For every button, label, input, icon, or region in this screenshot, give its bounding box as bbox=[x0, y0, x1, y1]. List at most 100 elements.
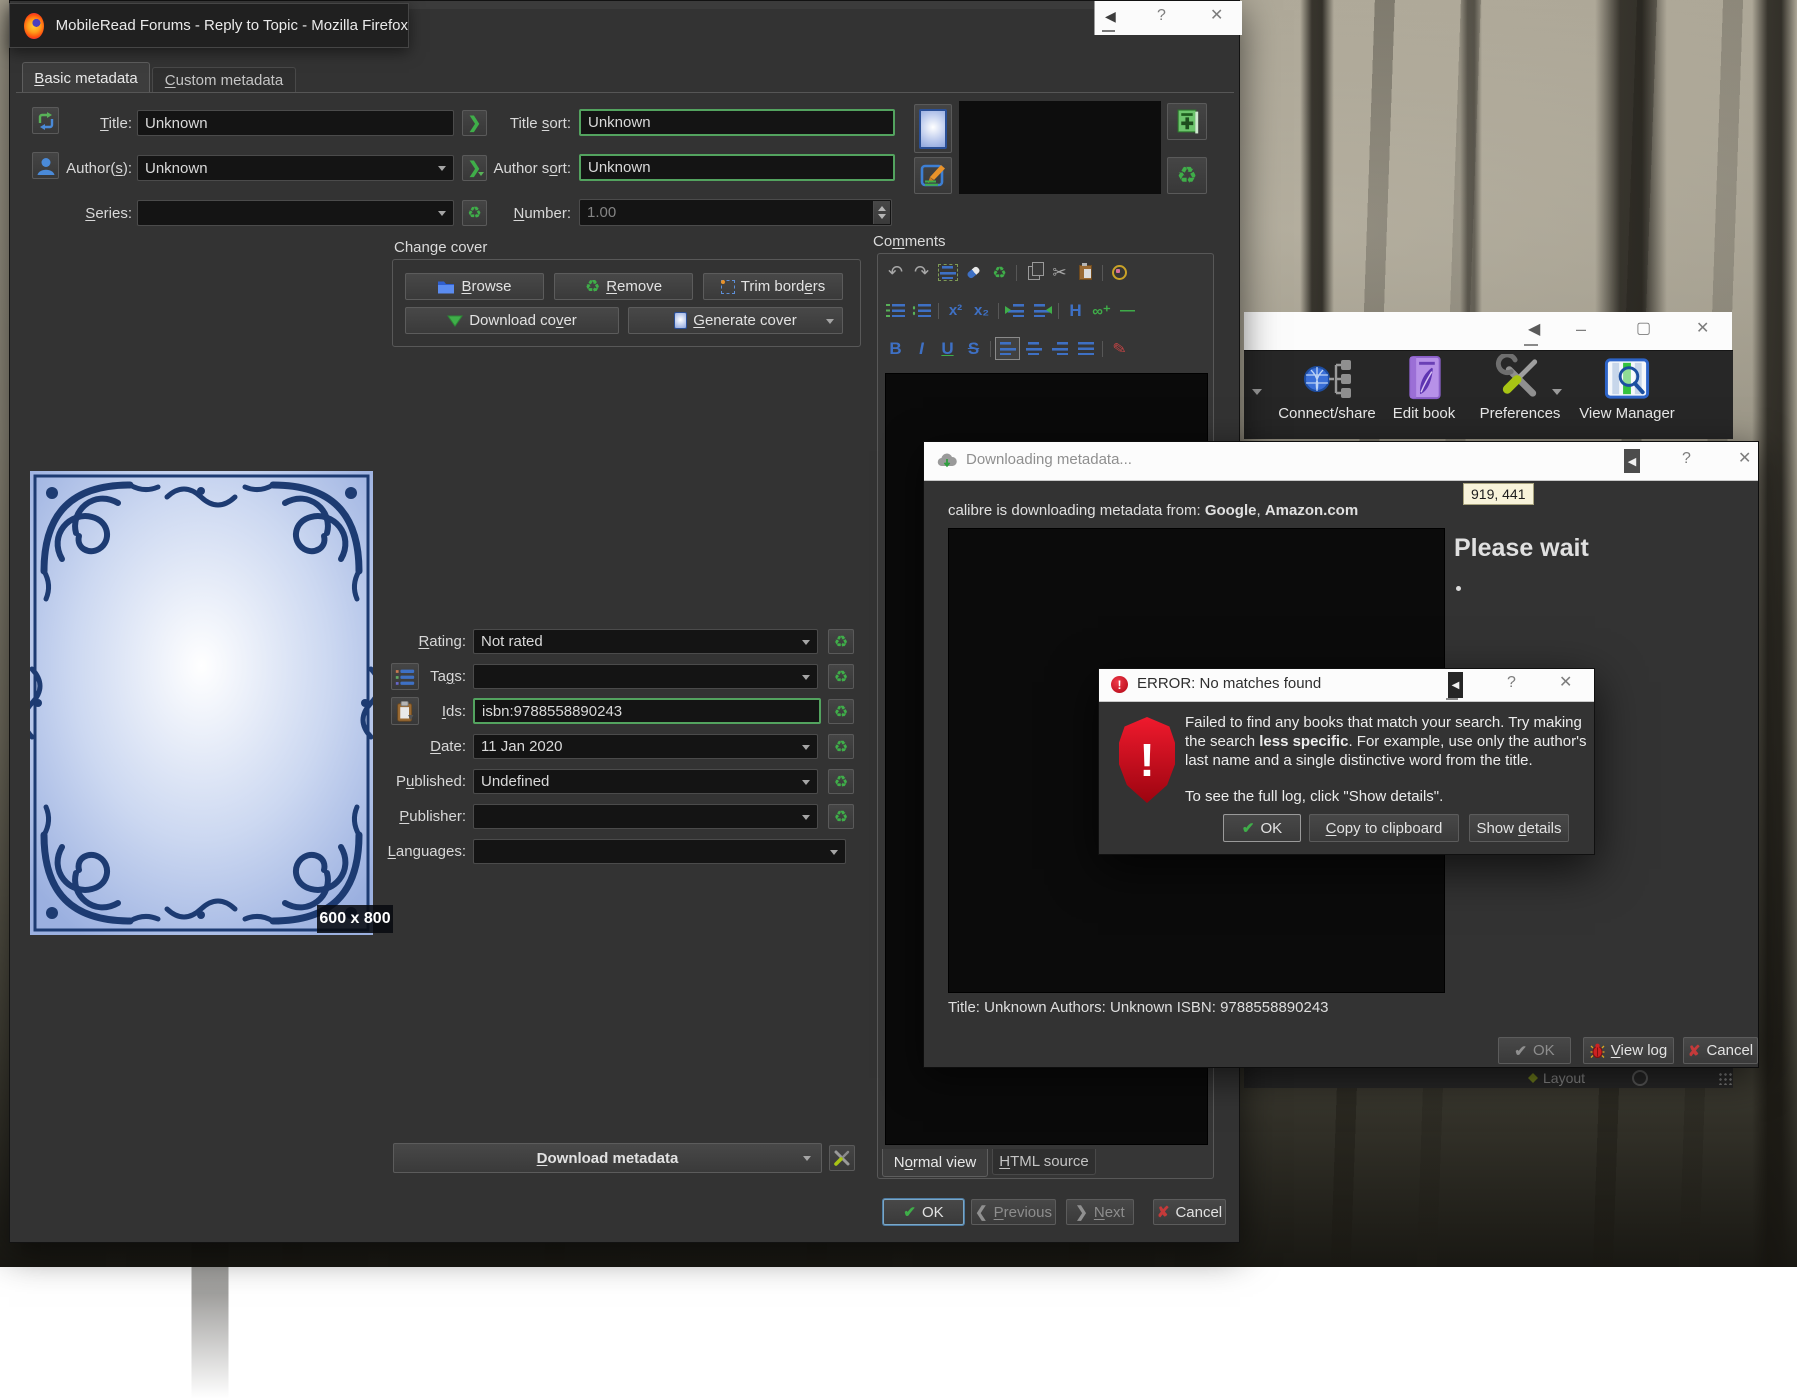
published-combo[interactable]: Undefined bbox=[473, 769, 818, 794]
date-combo[interactable]: 11 Jan 2020 bbox=[473, 734, 818, 759]
clear-date-button[interactable]: ♻ bbox=[828, 734, 854, 759]
minimize-icon[interactable]: – bbox=[1576, 320, 1586, 338]
series-number-stepper[interactable]: 1.00 bbox=[579, 199, 892, 226]
clear-formatting-icon[interactable]: ♻ bbox=[988, 262, 1011, 283]
maximize-icon[interactable]: ▢ bbox=[1636, 321, 1651, 337]
download-dialog-titlebar[interactable]: Downloading metadata... ◀ ? ✕ bbox=[924, 442, 1758, 481]
generate-cover-button[interactable]: Generate cover bbox=[628, 307, 843, 334]
view-log-button[interactable]: View log bbox=[1583, 1037, 1674, 1064]
paste-icon[interactable] bbox=[1074, 262, 1097, 283]
clear-publisher-button[interactable]: ♻ bbox=[828, 804, 854, 829]
cancel-button[interactable]: ✘ Cancel bbox=[1153, 1199, 1226, 1225]
cut-icon[interactable]: ✂ bbox=[1048, 262, 1071, 283]
download-ok-button[interactable]: ✔ OK bbox=[1498, 1037, 1571, 1064]
languages-combo[interactable] bbox=[473, 839, 846, 864]
author-sort-input[interactable]: Unknown bbox=[579, 154, 895, 181]
rating-combo[interactable]: Not rated bbox=[473, 629, 818, 654]
close-icon[interactable]: ✕ bbox=[1210, 8, 1223, 24]
toolbar-item-edit-book[interactable]: Edit book bbox=[1379, 354, 1469, 422]
previous-button[interactable]: ❮ Previous bbox=[971, 1199, 1056, 1225]
heading-icon[interactable]: H bbox=[1064, 300, 1087, 321]
publisher-combo[interactable] bbox=[473, 804, 818, 829]
align-right-icon[interactable] bbox=[1048, 338, 1071, 359]
title-sort-input[interactable]: Unknown bbox=[579, 109, 895, 136]
subscript-icon[interactable]: x₂ bbox=[970, 300, 993, 321]
edit-cover-button[interactable] bbox=[914, 157, 952, 194]
help-icon[interactable]: ? bbox=[1682, 451, 1691, 467]
cover-thumbnail-button[interactable] bbox=[914, 104, 952, 153]
background-color-icon[interactable] bbox=[1108, 262, 1131, 283]
copy-to-clipboard-button[interactable]: Copy to clipboard bbox=[1309, 814, 1459, 842]
help-icon[interactable]: ? bbox=[1507, 675, 1516, 691]
toolbar-item-view-manager[interactable]: View Manager bbox=[1575, 354, 1679, 422]
eraser-icon[interactable] bbox=[962, 262, 985, 283]
trim-borders-button[interactable]: Trim borders bbox=[703, 273, 843, 300]
back-icon[interactable]: ◀ bbox=[1105, 9, 1116, 23]
close-icon[interactable]: ✕ bbox=[1559, 675, 1572, 691]
back-button[interactable]: ◀ bbox=[1448, 672, 1463, 698]
recycle-icon: ♻ bbox=[834, 702, 848, 722]
select-all-icon[interactable] bbox=[936, 262, 959, 283]
text-color-icon[interactable]: ✎ bbox=[1106, 336, 1132, 361]
resize-grip[interactable] bbox=[1718, 1072, 1733, 1085]
tags-combo[interactable] bbox=[473, 664, 818, 689]
clear-tags-button[interactable]: ♻ bbox=[828, 664, 854, 689]
clear-published-button[interactable]: ♻ bbox=[828, 769, 854, 794]
layout-button[interactable]: Layout bbox=[1528, 1070, 1585, 1086]
indent-more-icon[interactable] bbox=[1004, 300, 1027, 321]
toolbar-separator bbox=[998, 303, 999, 319]
copy-label: Copy to clipboard bbox=[1326, 820, 1443, 837]
series-combo[interactable] bbox=[137, 200, 454, 226]
download-cancel-button[interactable]: ✘ Cancel bbox=[1683, 1037, 1758, 1064]
undo-icon[interactable]: ↶ bbox=[884, 262, 907, 283]
unordered-list-icon[interactable] bbox=[910, 300, 933, 321]
insert-link-icon[interactable]: ∞⁺ bbox=[1090, 300, 1113, 321]
italic-icon[interactable]: I bbox=[910, 338, 933, 359]
ok-button[interactable]: ✔ OK bbox=[883, 1199, 964, 1225]
close-icon[interactable]: ✕ bbox=[1738, 451, 1751, 467]
align-center-icon[interactable] bbox=[1022, 338, 1045, 359]
download-metadata-button[interactable]: Download metadata bbox=[393, 1143, 822, 1173]
browse-cover-button[interactable]: Browse bbox=[405, 273, 544, 300]
indent-less-icon[interactable] bbox=[1030, 300, 1053, 321]
error-ok-button[interactable]: ✔ OK bbox=[1223, 814, 1301, 842]
close-icon[interactable]: ✕ bbox=[1696, 321, 1709, 337]
underline-icon[interactable]: U bbox=[936, 338, 959, 359]
clear-rating-button[interactable]: ♻ bbox=[828, 629, 854, 654]
help-icon[interactable]: ? bbox=[1157, 8, 1166, 24]
download-cover-button[interactable]: Download cover bbox=[405, 307, 619, 334]
configure-download-button[interactable] bbox=[829, 1145, 855, 1171]
generate-cover-icon bbox=[674, 312, 687, 329]
align-justify-icon[interactable] bbox=[1074, 338, 1097, 359]
toolbar-item-connect-share[interactable]: Connect/share bbox=[1272, 355, 1382, 422]
back-icon[interactable]: ◀ bbox=[1528, 322, 1540, 338]
tab-custom-metadata[interactable]: Custom metadata bbox=[152, 67, 296, 93]
tab-html-source[interactable]: HTML source bbox=[992, 1149, 1096, 1175]
copy-icon[interactable] bbox=[1022, 262, 1045, 283]
remove-cover-button[interactable]: ♻ Remove bbox=[554, 273, 693, 300]
error-dialog-titlebar[interactable]: ! ERROR: No matches found ◀ ? ✕ bbox=[1099, 669, 1594, 702]
donate-icon[interactable] bbox=[1632, 1070, 1648, 1086]
ordered-list-icon[interactable] bbox=[884, 300, 907, 321]
add-cover-from-book-button[interactable] bbox=[1167, 103, 1207, 140]
clear-cover-button[interactable]: ♻ bbox=[1167, 157, 1207, 194]
strikethrough-icon[interactable]: S bbox=[962, 338, 985, 359]
next-button[interactable]: ❯ Next bbox=[1066, 1199, 1134, 1225]
tab-basic-metadata[interactable]: Basic metadata bbox=[22, 62, 150, 93]
authors-combo[interactable]: Unknown bbox=[137, 155, 454, 181]
tab-normal-view[interactable]: Normal view bbox=[882, 1149, 988, 1177]
spinner-buttons[interactable] bbox=[873, 201, 890, 224]
superscript-icon[interactable]: x² bbox=[944, 300, 967, 321]
align-left-icon[interactable] bbox=[996, 338, 1019, 359]
bold-icon[interactable]: B bbox=[884, 338, 907, 359]
back-button[interactable]: ◀ bbox=[1624, 449, 1640, 473]
toolbar-overflow-caret[interactable] bbox=[1252, 389, 1262, 400]
toolbar-item-preferences[interactable]: Preferences bbox=[1475, 354, 1565, 422]
show-details-button[interactable]: Show details bbox=[1469, 814, 1569, 842]
horizontal-rule-icon[interactable]: — bbox=[1116, 300, 1139, 321]
preferences-dropdown-caret[interactable] bbox=[1552, 389, 1562, 400]
ids-input[interactable]: isbn:9788558890243 bbox=[473, 698, 821, 724]
redo-icon[interactable]: ↷ bbox=[910, 262, 933, 283]
title-input[interactable]: Unknown bbox=[137, 110, 454, 136]
clear-ids-button[interactable]: ♻ bbox=[828, 699, 854, 724]
